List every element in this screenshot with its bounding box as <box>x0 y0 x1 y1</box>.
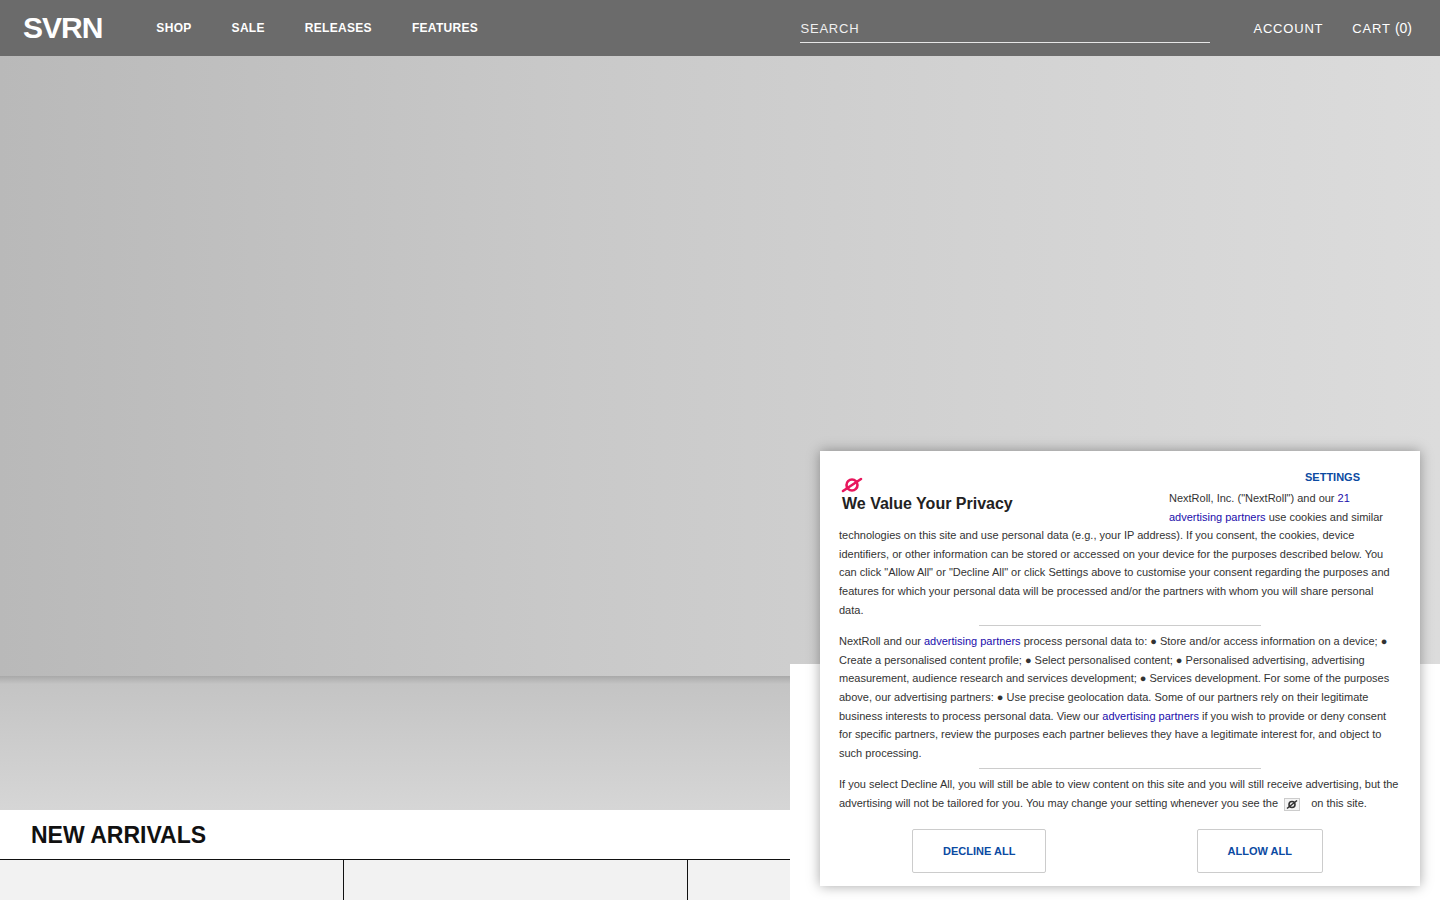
nav-item[interactable]: FEATURES <box>412 21 478 35</box>
consent-button[interactable]: ALLOW ALL <box>1197 829 1323 873</box>
product-card[interactable] <box>0 860 344 900</box>
nav-item[interactable]: SHOP <box>156 21 191 35</box>
site-header: SVRN SHOP SALE RELEASES FEATURES ACCOUNT CART … <box>0 0 1440 56</box>
nextroll-badge-icon[interactable] <box>1284 798 1300 811</box>
consent-buttons: DECLINE ALL ALLOW ALL <box>839 829 1400 873</box>
settings-link[interactable]: SETTINGS <box>1305 465 1360 489</box>
account-link[interactable]: ACCOUNT <box>1253 21 1323 36</box>
consent-paragraph: NextRoll and our advertising partners pr… <box>839 632 1400 762</box>
consent-header: SETTINGS <box>839 465 1400 489</box>
page: SVRN SHOP SALE RELEASES FEATURES ACCOUNT CART … <box>0 0 1440 900</box>
partners-link[interactable]: advertising partners <box>924 635 1021 647</box>
nav-item[interactable]: SALE <box>232 21 265 35</box>
cart-count: (0) <box>1395 20 1412 36</box>
logo[interactable]: SVRN <box>23 11 102 45</box>
search-input[interactable] <box>800 13 1210 43</box>
cart-link[interactable]: CART (0) <box>1352 20 1412 36</box>
main-nav: SHOP SALE RELEASES FEATURES <box>156 21 478 35</box>
nextroll-logo-icon <box>841 477 863 493</box>
divider <box>979 625 1261 626</box>
consent-title-block: We Value Your Privacy <box>839 477 1169 515</box>
button-cell: ALLOW ALL <box>1120 829 1401 873</box>
consent-button[interactable]: DECLINE ALL <box>912 829 1046 873</box>
button-cell: DECLINE ALL <box>839 829 1120 873</box>
consent-paragraph: If you select Decline All, you will stil… <box>839 775 1400 812</box>
product-card[interactable] <box>344 860 688 900</box>
divider <box>979 768 1261 769</box>
partners-link[interactable]: advertising partners <box>1102 710 1199 722</box>
consent-title: We Value Your Privacy <box>842 495 1169 513</box>
consent-dialog: SETTINGSWe Value Your PrivacyNextRoll, I… <box>820 451 1420 886</box>
nav-item[interactable]: RELEASES <box>305 21 372 35</box>
